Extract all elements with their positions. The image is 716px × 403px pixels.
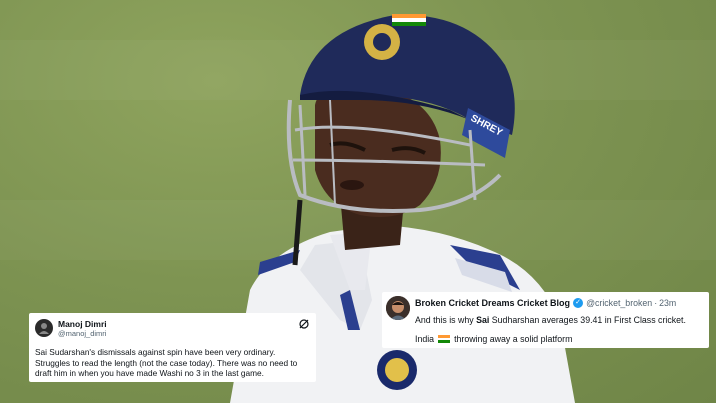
video-frame: SHREY Manoj Dimri @manoj_dimri Sai Sudar… bbox=[0, 0, 716, 403]
tweet-text-segment: India bbox=[415, 334, 435, 344]
tweet-author-handle[interactable]: @manoj_dimri bbox=[58, 329, 107, 338]
india-flag-icon bbox=[438, 335, 451, 343]
tweet-header: Manoj Dimri @manoj_dimri bbox=[35, 317, 310, 339]
tweet-card-manoj-dimri[interactable]: Manoj Dimri @manoj_dimri Sai Sudarshan's… bbox=[29, 313, 316, 382]
tweet-author-name[interactable]: Broken Cricket Dreams Cricket Blog bbox=[415, 298, 570, 308]
tweet-text-line: Sai Sudarshan's dismissals against spin … bbox=[35, 347, 276, 357]
user-avatar-icon bbox=[39, 323, 49, 334]
avatar[interactable] bbox=[386, 296, 410, 320]
tweet-timestamp[interactable]: 23m bbox=[659, 298, 676, 308]
tweet-text-segment: And this is why bbox=[415, 315, 477, 325]
tweet-text: And this is why Sai Sudharshan averages … bbox=[415, 315, 703, 325]
tweet-author-name[interactable]: Manoj Dimri bbox=[58, 319, 107, 329]
tweet-card-broken-cricket-dreams[interactable]: Broken Cricket Dreams Cricket Blog ✓ @cr… bbox=[382, 292, 709, 348]
avatar[interactable] bbox=[35, 319, 53, 337]
tweet-author-handle[interactable]: @cricket_broken bbox=[586, 298, 652, 308]
verified-badge-icon: ✓ bbox=[573, 298, 584, 308]
separator-dot: · bbox=[654, 298, 658, 308]
tweet-text-line: draft him in when you have made Washi no… bbox=[35, 368, 264, 379]
tweet-text-segment: throwing away a solid platform bbox=[454, 334, 573, 344]
tweet-header: Broken Cricket Dreams Cricket Blog ✓ @cr… bbox=[415, 296, 703, 310]
user-avatar-icon bbox=[386, 296, 410, 320]
grok-icon[interactable] bbox=[298, 318, 310, 330]
tweet-text-highlight: Sai bbox=[476, 315, 490, 325]
tweet-text-second-line: India throwing away a solid platform bbox=[415, 334, 703, 344]
tweet-text: Sai Sudarshan's dismissals against spin … bbox=[35, 347, 310, 379]
tweet-text-segment: Sudharshan averages 39.41 in First Class… bbox=[489, 315, 686, 325]
tweet-text-line: Struggles to read the length (not the ca… bbox=[35, 357, 298, 368]
